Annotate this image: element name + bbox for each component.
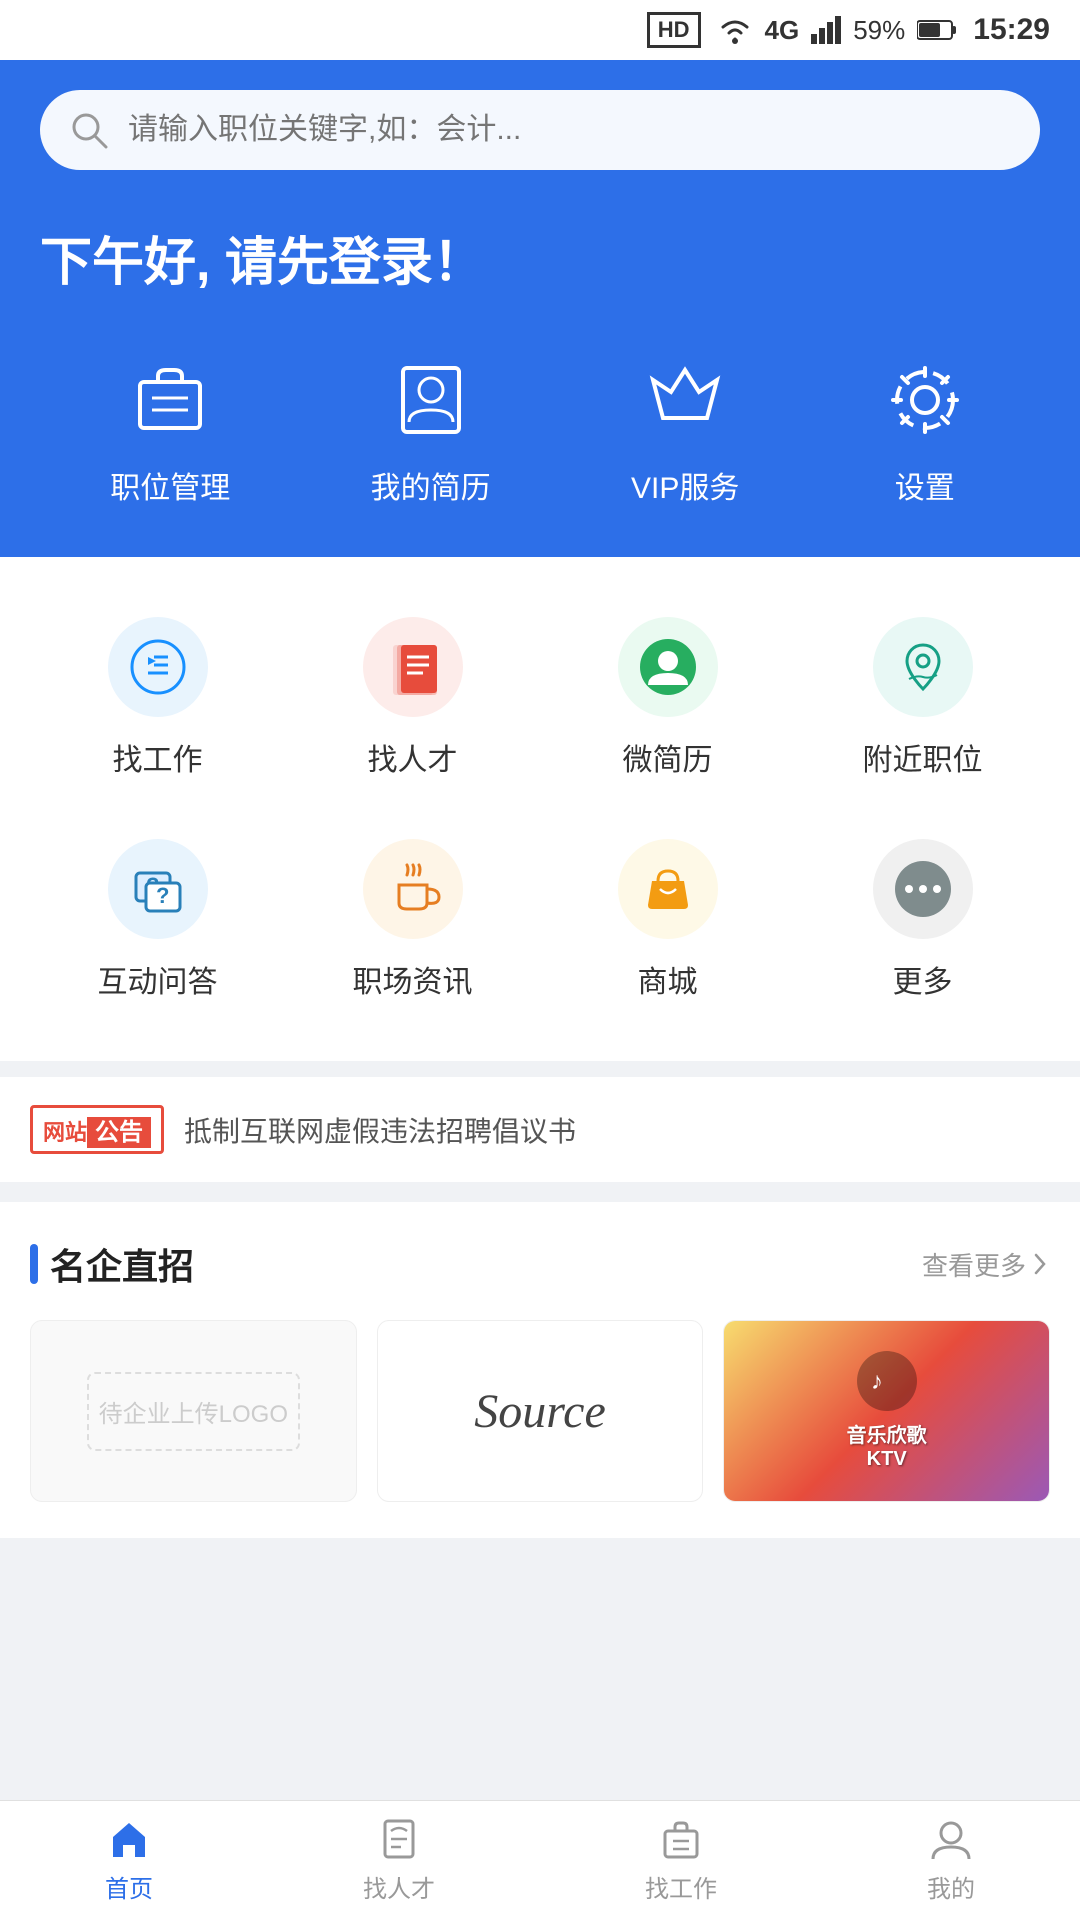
find-job-icon [108,617,208,717]
section-header: 名企直招 查看更多 [30,1238,1050,1290]
notice-banner[interactable]: 网站公告 抵制互联网虚假违法招聘倡议书 [0,1077,1080,1182]
bottom-nav: 首页 找人才 找工作 [0,1800,1080,1920]
settings-label: 设置 [895,463,955,507]
find-talent-nav-icon [377,1817,421,1861]
vip-icon [640,355,730,445]
home-icon [107,1817,151,1861]
shop-icon [618,839,718,939]
nav-find-job-label: 找工作 [645,1869,717,1904]
companies-section: 名企直招 查看更多 待企业上传LOGO Source [0,1202,1080,1538]
header-icon-job-manage[interactable]: 职位管理 [110,355,230,507]
my-resume-icon [386,355,476,445]
search-icon [70,111,108,149]
workplace-news-icon [363,839,463,939]
menu-find-job[interactable]: 找工作 [30,597,285,799]
job-manage-icon [125,355,215,445]
qa-label: 互动问答 [98,957,218,1001]
menu-workplace-news[interactable]: 职场资讯 [285,819,540,1021]
job-manage-label: 职位管理 [110,463,230,507]
header-icon-vip[interactable]: VIP服务 [631,355,739,507]
more-icon [873,839,973,939]
my-resume-label: 我的简历 [371,463,491,507]
ktv-name: 音乐欣歌KTV [847,1419,927,1471]
battery-text: 59% [853,15,905,46]
nearby-jobs-label: 附近职位 [863,735,983,779]
header-icons: 职位管理 我的简历 [40,355,1040,507]
menu-section: 找工作 找人才 [0,557,1080,1061]
shop-label: 商城 [638,957,698,1001]
nav-mine-label: 我的 [927,1869,975,1904]
nav-find-job[interactable]: 找工作 [605,1807,757,1914]
qa-icon: ? ? [108,839,208,939]
header-section: 下午好, 请先登录！ 职位管理 [0,60,1080,557]
menu-more[interactable]: 更多 [795,819,1050,1021]
menu-micro-resume[interactable]: 微简历 [540,597,795,799]
svg-text:?: ? [156,883,169,908]
vip-label: VIP服务 [631,463,739,507]
micro-resume-icon [618,617,718,717]
find-talent-icon [363,617,463,717]
nav-mine[interactable]: 我的 [887,1807,1015,1914]
company1-placeholder: 待企业上传LOGO [67,1352,320,1471]
nav-home[interactable]: 首页 [65,1807,193,1914]
find-talent-label: 找人才 [368,735,458,779]
menu-qa[interactable]: ? ? 互动问答 [30,819,285,1021]
company-card-1[interactable]: 待企业上传LOGO [30,1320,357,1502]
status-icons: 4G 59% [717,15,958,46]
find-job-label: 找工作 [113,735,203,779]
more-label: 更多 [893,957,953,1001]
status-bar: HD 4G 59% [0,0,1080,60]
micro-resume-label: 微简历 [623,735,713,779]
company-card-2[interactable]: Source [377,1320,704,1502]
notice-tag: 网站公告 [30,1105,164,1154]
mine-nav-icon [929,1817,973,1861]
search-bar[interactable] [40,90,1040,170]
section-title: 名企直招 [30,1238,194,1290]
svg-text:♪: ♪ [871,1368,883,1395]
header-icon-my-resume[interactable]: 我的简历 [371,355,491,507]
nav-home-label: 首页 [105,1869,153,1904]
company2-name: Source [474,1384,606,1439]
menu-grid: 找工作 找人才 [30,597,1050,1021]
ktv-card: ♪ 音乐欣歌KTV [724,1321,1049,1501]
status-time: 15:29 [973,13,1050,47]
nav-find-talent-label: 找人才 [363,1869,435,1904]
greeting-text: 下午好, 请先登录！ [40,220,1040,295]
search-input[interactable] [128,113,1010,147]
menu-find-talent[interactable]: 找人才 [285,597,540,799]
header-icon-settings[interactable]: 设置 [880,355,970,507]
see-more-button[interactable]: 查看更多 [922,1246,1050,1283]
nearby-jobs-icon [873,617,973,717]
signal-icon [811,16,841,44]
workplace-news-label: 职场资讯 [353,957,473,1001]
notice-text: 抵制互联网虚假违法招聘倡议书 [184,1110,576,1150]
signal-4g: 4G [765,15,800,46]
find-job-nav-icon [659,1817,703,1861]
hd-badge: HD [647,12,701,48]
menu-nearby-jobs[interactable]: 附近职位 [795,597,1050,799]
menu-shop[interactable]: 商城 [540,819,795,1021]
company-cards: 待企业上传LOGO Source ♪ 音乐欣歌KTV [30,1320,1050,1502]
settings-icon [880,355,970,445]
nav-find-talent[interactable]: 找人才 [323,1807,475,1914]
wifi-icon [717,15,753,45]
company-card-3[interactable]: ♪ 音乐欣歌KTV [723,1320,1050,1502]
battery-icon [917,19,957,41]
